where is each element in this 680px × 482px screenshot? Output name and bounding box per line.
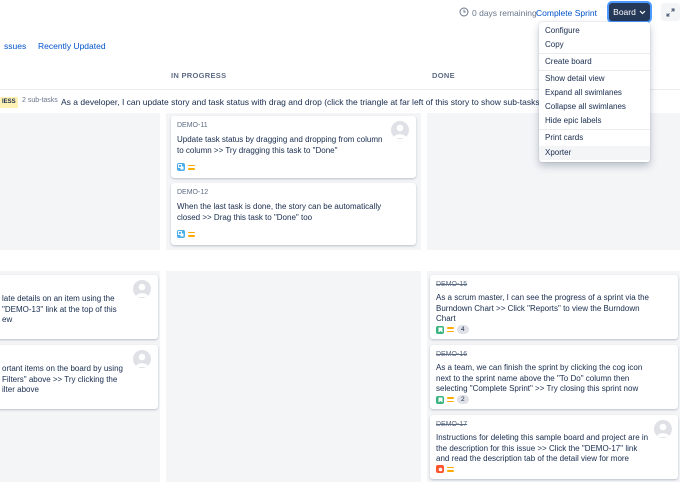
card-summary-line: late details on an item using the <box>2 294 115 303</box>
column-header-done: DONE <box>432 71 455 80</box>
card-demo-15[interactable]: DEMO-15 As a scrum master, I can see the… <box>430 275 678 339</box>
bug-type-icon <box>436 465 444 473</box>
avatar <box>133 350 151 368</box>
card-demo-17[interactable]: DEMO-17 Instructions for deleting this s… <box>430 415 678 479</box>
card-key[interactable]: DEMO-15 <box>436 281 467 288</box>
card-summary-line: next to the sprint name above the "To Do… <box>436 373 630 383</box>
card-summary-line: ilter above <box>2 385 39 394</box>
priority-medium-icon <box>447 466 454 472</box>
user-icon <box>393 124 407 138</box>
menu-item-collapse-all-swimlanes[interactable]: Collapse all swimlanes <box>545 102 626 111</box>
menu-item-expand-all-swimlanes[interactable]: Expand all swimlanes <box>545 88 622 97</box>
menu-separator <box>539 70 650 71</box>
column-header-in-progress: IN PROGRESS <box>171 71 227 80</box>
card-summary-line: As a team, we can finish the sprint by c… <box>436 363 643 372</box>
menu-separator <box>539 129 650 130</box>
card-summary-line: "DEMO-13" link at the top of this <box>2 304 117 314</box>
card-summary-line: ortant items on the board by using <box>2 364 123 373</box>
card-summary-line: and read the description tab of the deta… <box>436 454 629 463</box>
menu-item-print-cards[interactable]: Print cards <box>545 133 583 142</box>
days-remaining: 0 days remaining <box>472 8 537 18</box>
card-todo-2[interactable]: ortant items on the board by using Filte… <box>0 345 158 409</box>
tab-recently-updated[interactable]: Recently Updated <box>38 41 106 51</box>
menu-item-hide-epic-labels[interactable]: Hide epic labels <box>545 116 601 125</box>
card-summary-line: Instructions for deleting this sample bo… <box>436 433 649 442</box>
story-type-icon <box>436 395 444 404</box>
fullscreen-button[interactable] <box>661 3 680 21</box>
subtask-count: 2 sub-tasks <box>22 97 58 104</box>
card-demo-16[interactable]: DEMO-16 As a team, we can finish the spr… <box>430 345 678 409</box>
card-summary-line: selecting "Complete Sprint" >> Try closi… <box>436 384 639 393</box>
card-summary-line: the description for this issue >> Click … <box>436 443 638 453</box>
user-icon <box>656 423 670 437</box>
menu-item-show-detail-view[interactable]: Show detail view <box>545 74 605 83</box>
avatar <box>654 420 672 438</box>
card-key[interactable]: DEMO-12 <box>177 189 208 196</box>
story-points-badge: 4 <box>457 325 469 334</box>
user-icon <box>135 283 149 297</box>
menu-item-copy[interactable]: Copy <box>545 40 564 49</box>
card-demo-12[interactable]: DEMO-12 When the last task is done, the … <box>171 183 416 245</box>
card-summary-line: Filters" above >> Try clicking the <box>2 374 118 384</box>
clock-icon <box>459 7 469 17</box>
menu-separator <box>539 53 650 54</box>
card-summary-line: to column >> Try dragging this task to "… <box>177 145 338 155</box>
expand-icon <box>666 8 675 16</box>
epic-label: IESS <box>0 97 18 108</box>
priority-medium-icon <box>188 231 195 237</box>
board-dropdown-menu: Configure Copy Create board Show detail … <box>539 22 650 162</box>
in-progress-column-lane2 <box>166 271 421 482</box>
card-demo-11[interactable]: DEMO-11 Update task status by dragging a… <box>171 116 416 178</box>
priority-medium-icon <box>447 327 454 332</box>
card-summary-line: Update task status by dragging and dropp… <box>177 135 383 144</box>
card-key[interactable]: DEMO-11 <box>177 122 208 129</box>
avatar <box>133 280 151 298</box>
todo-column-lane1 <box>0 113 160 250</box>
chevron-down-icon <box>639 10 646 14</box>
complete-sprint-link[interactable]: Complete Sprint <box>536 8 597 18</box>
priority-medium-icon <box>188 164 195 170</box>
card-summary-line: ew <box>2 315 13 324</box>
menu-item-xporter[interactable]: Xporter <box>545 148 571 157</box>
card-key[interactable]: DEMO-17 <box>436 421 467 428</box>
menu-item-configure[interactable]: Configure <box>545 26 580 35</box>
story-type-icon <box>436 325 444 334</box>
card-summary-line: closed >> Drag this task to "Done" too <box>177 212 313 222</box>
card-todo-1[interactable]: late details on an item using the "DEMO-… <box>0 275 158 339</box>
subtask-type-icon <box>177 163 185 171</box>
card-summary-line: Chart <box>436 314 456 323</box>
story-points-badge: 2 <box>457 395 469 404</box>
avatar <box>391 121 409 139</box>
board-button-label: Board <box>613 7 636 17</box>
swimlane-title[interactable]: As a developer, I can update story and t… <box>61 97 542 107</box>
menu-item-create-board[interactable]: Create board <box>545 57 592 66</box>
tab-issues[interactable]: ssues <box>4 41 26 51</box>
board-menu-button[interactable]: Board <box>609 3 650 21</box>
subtask-type-icon <box>177 230 185 238</box>
card-key[interactable]: DEMO-16 <box>436 351 467 358</box>
card-summary-line: As a scrum master, I can see the progres… <box>436 293 649 302</box>
card-summary-line: Burndown Chart >> Click "Reports" to vie… <box>436 303 640 313</box>
card-summary-line: When the last task is done, the story ca… <box>177 202 382 211</box>
priority-medium-icon <box>447 397 454 402</box>
user-icon <box>135 353 149 367</box>
